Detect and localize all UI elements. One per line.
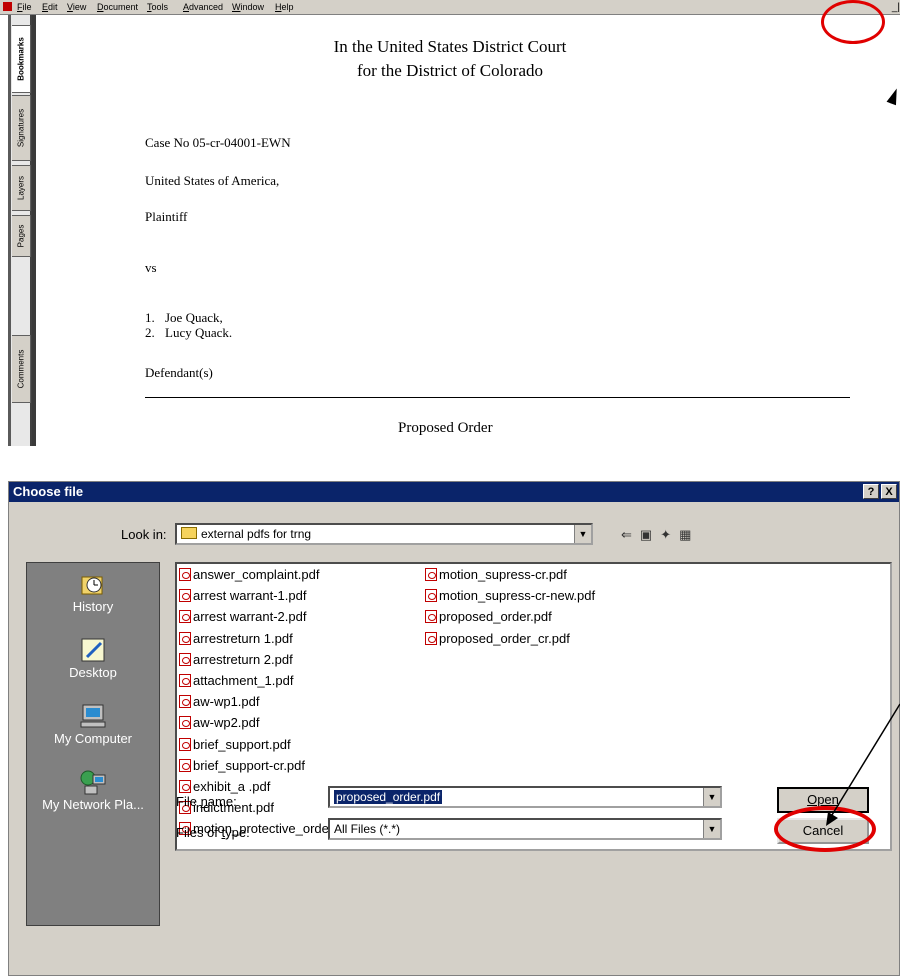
annotation-arrow <box>826 703 900 826</box>
